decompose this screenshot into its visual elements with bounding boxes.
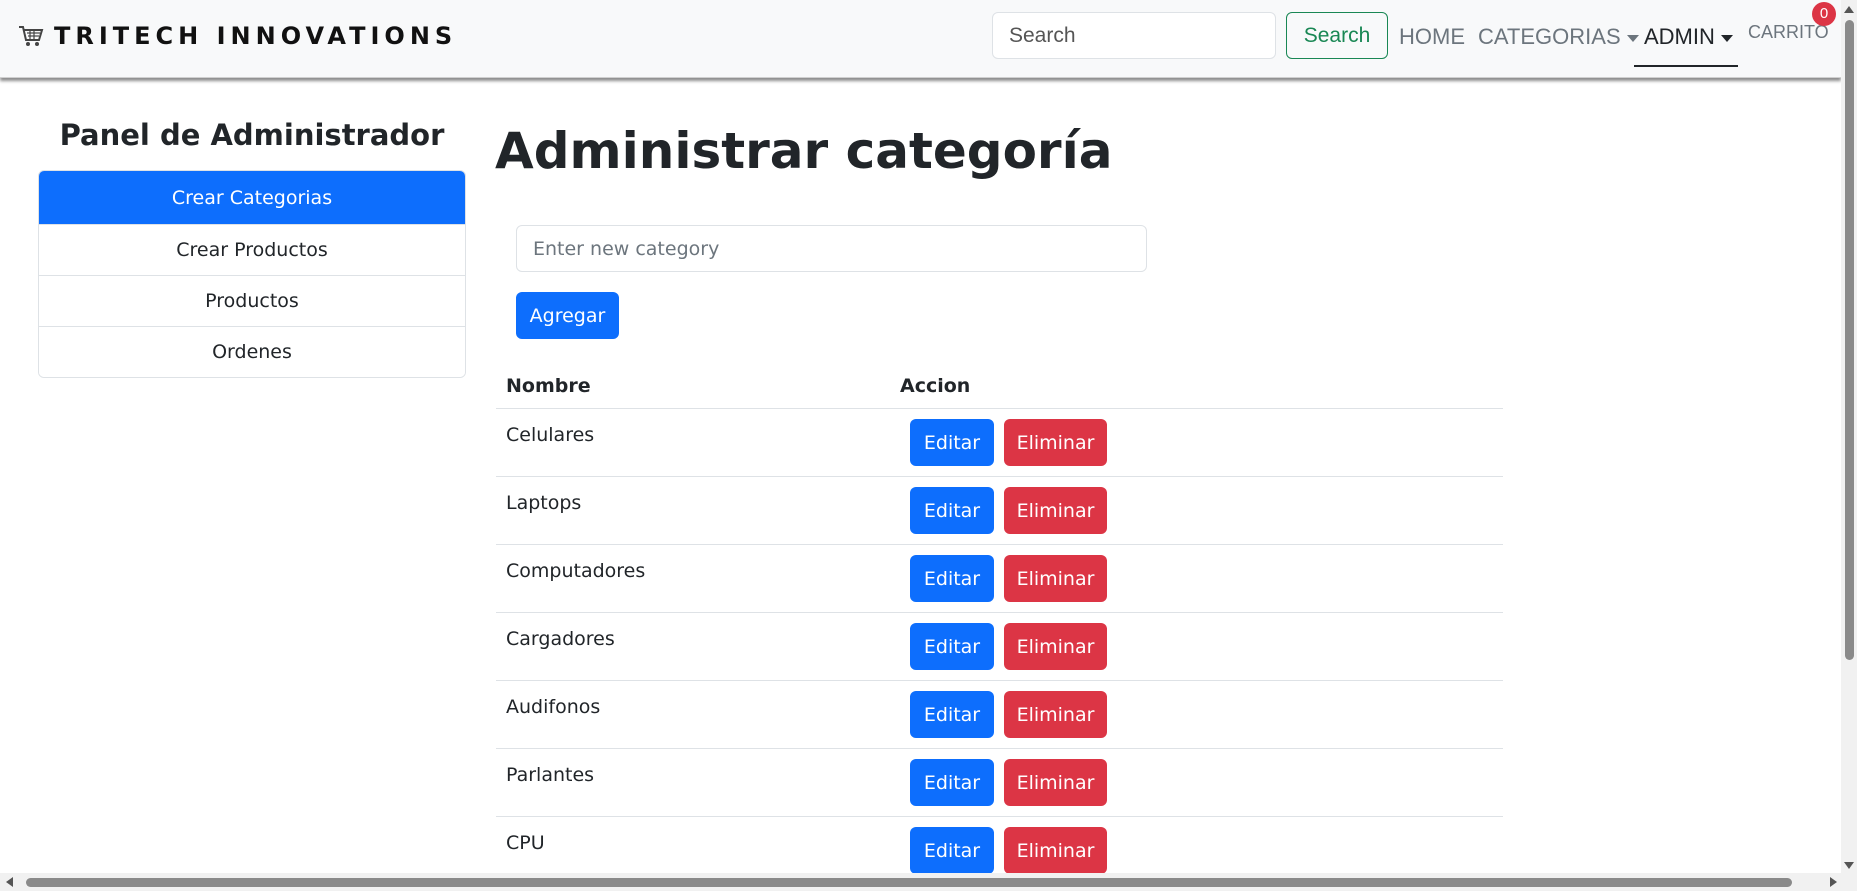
horizontal-scrollbar[interactable] — [0, 873, 1857, 891]
delete-category-button[interactable]: Eliminar — [1004, 487, 1107, 534]
category-actions-cell: Editar Eliminar — [900, 409, 1107, 476]
category-actions-cell: Editar Eliminar — [900, 477, 1107, 544]
category-name-cell: Parlantes — [506, 764, 595, 786]
category-name-cell: Cargadores — [506, 628, 615, 650]
edit-category-button[interactable]: Editar — [910, 691, 994, 738]
top-navbar: TRITECH INNOVATIONS Search HOME CATEGORI… — [0, 0, 1841, 78]
nav-cart-link[interactable]: CARRITO — [1748, 22, 1829, 43]
active-nav-indicator — [1634, 65, 1738, 67]
delete-category-button[interactable]: Eliminar — [1004, 827, 1107, 874]
column-header-nombre: Nombre — [506, 375, 591, 397]
category-actions-cell: Editar Eliminar — [900, 749, 1107, 816]
sidebar-item-crear-productos[interactable]: Crear Productos — [39, 224, 465, 275]
search-button[interactable]: Search — [1286, 12, 1388, 59]
scroll-up-icon[interactable] — [1844, 6, 1854, 13]
vertical-scrollbar[interactable] — [1841, 0, 1857, 873]
sidebar-item-ordenes[interactable]: Ordenes — [39, 326, 465, 377]
nav-categories-label: CATEGORIAS — [1478, 24, 1621, 49]
category-name-cell: Computadores — [506, 560, 646, 582]
delete-category-button[interactable]: Eliminar — [1004, 623, 1107, 670]
table-row: Parlantes Editar Eliminar — [496, 749, 1503, 817]
edit-category-button[interactable]: Editar — [910, 759, 994, 806]
table-row: Computadores Editar Eliminar — [496, 545, 1503, 613]
category-name-cell: Laptops — [506, 492, 582, 514]
edit-category-button[interactable]: Editar — [910, 555, 994, 602]
cart-count-badge: 0 — [1812, 2, 1836, 26]
nav-admin-label: ADMIN — [1644, 24, 1715, 49]
page-title: Administrar categoría — [495, 122, 1113, 180]
delete-category-button[interactable]: Eliminar — [1004, 691, 1107, 738]
chevron-down-icon — [1720, 34, 1733, 42]
category-name-cell: Celulares — [506, 424, 595, 446]
scroll-right-icon[interactable] — [1830, 877, 1837, 887]
sidebar-item-productos[interactable]: Productos — [39, 275, 465, 326]
brand-link[interactable]: TRITECH INNOVATIONS — [18, 22, 457, 50]
edit-category-button[interactable]: Editar — [910, 827, 994, 874]
edit-category-button[interactable]: Editar — [910, 623, 994, 670]
nav-home-link[interactable]: HOME — [1399, 24, 1465, 50]
table-header: Nombre Accion — [496, 364, 1503, 409]
vertical-scroll-thumb[interactable] — [1845, 20, 1854, 660]
shopping-cart-icon — [19, 26, 44, 46]
category-actions-cell: Editar Eliminar — [900, 613, 1107, 680]
scroll-left-icon[interactable] — [6, 877, 13, 887]
table-row: Celulares Editar Eliminar — [496, 409, 1503, 477]
category-actions-cell: Editar Eliminar — [900, 545, 1107, 612]
category-actions-cell: Editar Eliminar — [900, 681, 1107, 748]
nav-admin-dropdown[interactable]: ADMIN — [1644, 24, 1733, 50]
table-row: Laptops Editar Eliminar — [496, 477, 1503, 545]
delete-category-button[interactable]: Eliminar — [1004, 419, 1107, 466]
edit-category-button[interactable]: Editar — [910, 419, 994, 466]
scroll-down-icon[interactable] — [1844, 862, 1854, 869]
admin-sidebar-menu: Crear Categorias Crear Productos Product… — [38, 170, 466, 378]
add-category-button[interactable]: Agregar — [516, 292, 619, 339]
new-category-input[interactable] — [516, 225, 1147, 272]
edit-category-button[interactable]: Editar — [910, 487, 994, 534]
nav-categories-dropdown[interactable]: CATEGORIAS — [1478, 24, 1639, 50]
table-row: Audifonos Editar Eliminar — [496, 681, 1503, 749]
sidebar-title: Panel de Administrador — [59, 118, 445, 152]
table-row: Cargadores Editar Eliminar — [496, 613, 1503, 681]
horizontal-scroll-thumb[interactable] — [26, 878, 1792, 887]
delete-category-button[interactable]: Eliminar — [1004, 759, 1107, 806]
search-input[interactable] — [992, 12, 1276, 59]
chevron-down-icon — [1626, 34, 1639, 42]
sidebar-item-crear-categorias[interactable]: Crear Categorias — [39, 171, 465, 224]
table-body: Celulares Editar Eliminar Laptops Editar Elim… — [496, 409, 1503, 885]
column-header-accion: Accion — [900, 375, 971, 397]
brand-name: TRITECH INNOVATIONS — [54, 22, 458, 50]
delete-category-button[interactable]: Eliminar — [1004, 555, 1107, 602]
category-name-cell: Audifonos — [506, 696, 601, 718]
categories-table: Nombre Accion Celulares Editar Eliminar Lap… — [496, 364, 1503, 885]
